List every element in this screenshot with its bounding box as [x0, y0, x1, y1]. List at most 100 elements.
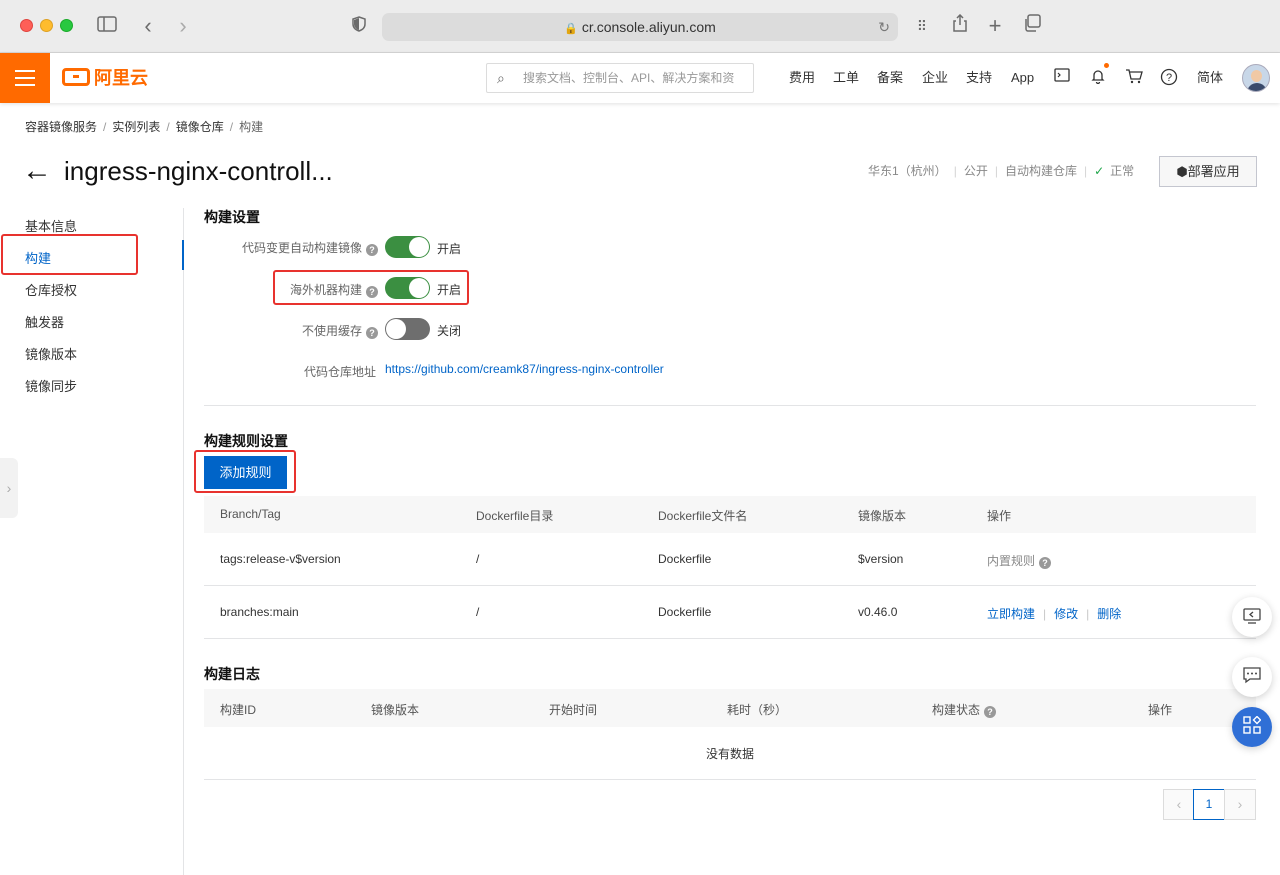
col-start-time: 开始时间 [549, 703, 598, 717]
deploy-app-button[interactable]: ⬢部署应用 [1159, 156, 1257, 187]
auto-build-state: 开启 [437, 242, 462, 256]
back-arrow-icon[interactable]: ← [22, 154, 52, 188]
repo-meta: 华东1（杭州） | 公开 | 自动构建仓库 | ✓ 正常 [868, 164, 1135, 178]
check-icon: ✓ [1094, 164, 1105, 178]
breadcrumb: 容器镜像服务 / 实例列表 / 镜像仓库 / 构建 [25, 120, 264, 134]
highlight-box-overseas-build [273, 270, 469, 305]
next-page-button[interactable]: › [1224, 789, 1256, 820]
sidebar-item-image-sync[interactable]: 镜像同步 [25, 376, 77, 395]
close-window-button[interactable] [20, 19, 33, 32]
chat-icon[interactable] [1232, 657, 1272, 697]
breadcrumb-repos[interactable]: 镜像仓库 [176, 120, 224, 134]
bell-icon[interactable] [1088, 68, 1108, 88]
minimize-window-button[interactable] [40, 19, 53, 32]
nav-enterprise[interactable]: 企业 [922, 53, 948, 103]
help-icon[interactable]: ? [366, 244, 378, 256]
sidebar-item-basic-info[interactable]: 基本信息 [25, 216, 77, 235]
sidebar-item-triggers[interactable]: 触发器 [25, 312, 64, 331]
deploy-label: 部署应用 [1187, 164, 1240, 179]
cart-icon[interactable] [1124, 68, 1144, 88]
search-icon: ⌕ [497, 70, 505, 86]
nav-support[interactable]: 支持 [966, 53, 992, 103]
terminal-icon[interactable] [1052, 68, 1072, 88]
logo-text: 阿里云 [94, 68, 148, 88]
auto-build-label: 代码变更自动构建镜像? [208, 239, 378, 256]
nav-tickets[interactable]: 工单 [833, 53, 859, 103]
sidebar-item-repo-auth[interactable]: 仓库授权 [25, 280, 77, 299]
apps-grid-icon[interactable]: ⠿ [912, 14, 932, 38]
reload-icon[interactable]: ↻ [878, 13, 890, 41]
highlight-box-add-rule [194, 450, 296, 493]
sidebar-active-indicator [182, 240, 184, 270]
nav-fees[interactable]: 费用 [789, 53, 815, 103]
forward-nav-icon[interactable]: › [175, 14, 191, 38]
builtin-rule-label: 内置规则? [987, 552, 1052, 569]
empty-state: 没有数据 [705, 747, 754, 761]
help-icon[interactable]: ? [984, 706, 997, 718]
share-icon[interactable] [950, 13, 970, 38]
col-branch-tag: Branch/Tag [220, 507, 281, 521]
col-build-status: 构建状态? [932, 701, 997, 718]
svg-text:?: ? [1166, 72, 1172, 84]
repo-url-link[interactable]: https://github.com/creamk87/ingress-ngin… [385, 362, 664, 376]
col-duration: 耗时（秒） [727, 703, 788, 717]
no-cache-state: 关闭 [437, 324, 462, 338]
row-divider [204, 779, 1256, 780]
new-tab-icon[interactable]: + [985, 14, 1005, 38]
zoom-window-button[interactable] [60, 19, 73, 32]
delete-rule-link[interactable]: 删除 [1097, 607, 1121, 621]
page-title: ingress-nginx-controll... [64, 156, 333, 186]
highlight-box-build-nav [1, 234, 138, 275]
hamburger-menu-button[interactable] [0, 53, 50, 103]
sidebar-collapse-toggle[interactable]: › [0, 458, 18, 518]
prev-page-button[interactable]: ‹ [1163, 789, 1195, 820]
browser-toolbar: ‹ › 🔒 cr.console.aliyun.com ↻ ⠿ + [0, 0, 1280, 53]
avatar[interactable] [1242, 64, 1270, 92]
section-divider [204, 405, 1256, 406]
table-row-file: Dockerfile [658, 552, 712, 566]
table-row-version: $version [858, 552, 904, 566]
table-row-ref: branches:main [220, 605, 299, 619]
auto-build-switch[interactable] [385, 236, 430, 258]
console-header: 阿里云 ⌕ 搜索文档、控制台、API、解决方案和资 费用 工单 备案 企业 支持… [0, 53, 1280, 103]
table-row-file: Dockerfile [658, 605, 712, 619]
build-log-title: 构建日志 [204, 666, 260, 682]
table-row-dir: / [476, 605, 480, 619]
language-switch[interactable]: 简体 [1197, 53, 1223, 103]
page-number[interactable]: 1 [1193, 789, 1225, 820]
help-icon[interactable]: ? [366, 327, 378, 339]
col-image-version: 镜像版本 [858, 509, 907, 523]
sidebar-toggle-icon[interactable] [96, 14, 118, 38]
widgets-icon[interactable] [1232, 707, 1272, 747]
tabs-overview-icon[interactable] [1021, 14, 1043, 38]
url-text: cr.console.aliyun.com [581, 19, 716, 35]
back-nav-icon[interactable]: ‹ [140, 14, 156, 38]
breadcrumb-cr-service[interactable]: 容器镜像服务 [25, 120, 97, 134]
status-badge: 正常 [1110, 164, 1135, 178]
row-divider [204, 638, 1256, 639]
help-icon[interactable]: ? [1039, 557, 1052, 569]
address-bar[interactable]: 🔒 cr.console.aliyun.com ↻ [382, 13, 898, 41]
sidebar-panel-icon[interactable] [1232, 597, 1272, 637]
cube-icon: ⬢ [1176, 164, 1188, 179]
edit-rule-link[interactable]: 修改 [1054, 607, 1078, 621]
col-dockerfile-dir: Dockerfile目录 [476, 509, 554, 523]
repo-url-label: 代码仓库地址 [303, 365, 376, 379]
breadcrumb-instances[interactable]: 实例列表 [112, 120, 160, 134]
col-log-image-version: 镜像版本 [371, 703, 420, 717]
aliyun-logo[interactable]: 阿里云 [62, 66, 148, 90]
breadcrumb-current: 构建 [239, 120, 264, 134]
no-cache-switch[interactable] [385, 318, 430, 340]
build-now-link[interactable]: 立即构建 [987, 607, 1035, 621]
no-cache-label: 不使用缓存? [208, 322, 378, 339]
sidebar-item-image-versions[interactable]: 镜像版本 [25, 344, 77, 363]
nav-icp[interactable]: 备案 [877, 53, 903, 103]
help-icon[interactable]: ? [1159, 68, 1179, 88]
table-row-dir: / [476, 552, 480, 566]
privacy-shield-icon[interactable] [350, 14, 368, 38]
table-row-ref: tags:release-v$version [220, 552, 341, 566]
lock-icon: 🔒 [564, 23, 578, 35]
sidebar-divider [183, 208, 184, 875]
nav-app[interactable]: App [1011, 53, 1034, 103]
search-input[interactable]: ⌕ 搜索文档、控制台、API、解决方案和资 [486, 63, 754, 93]
